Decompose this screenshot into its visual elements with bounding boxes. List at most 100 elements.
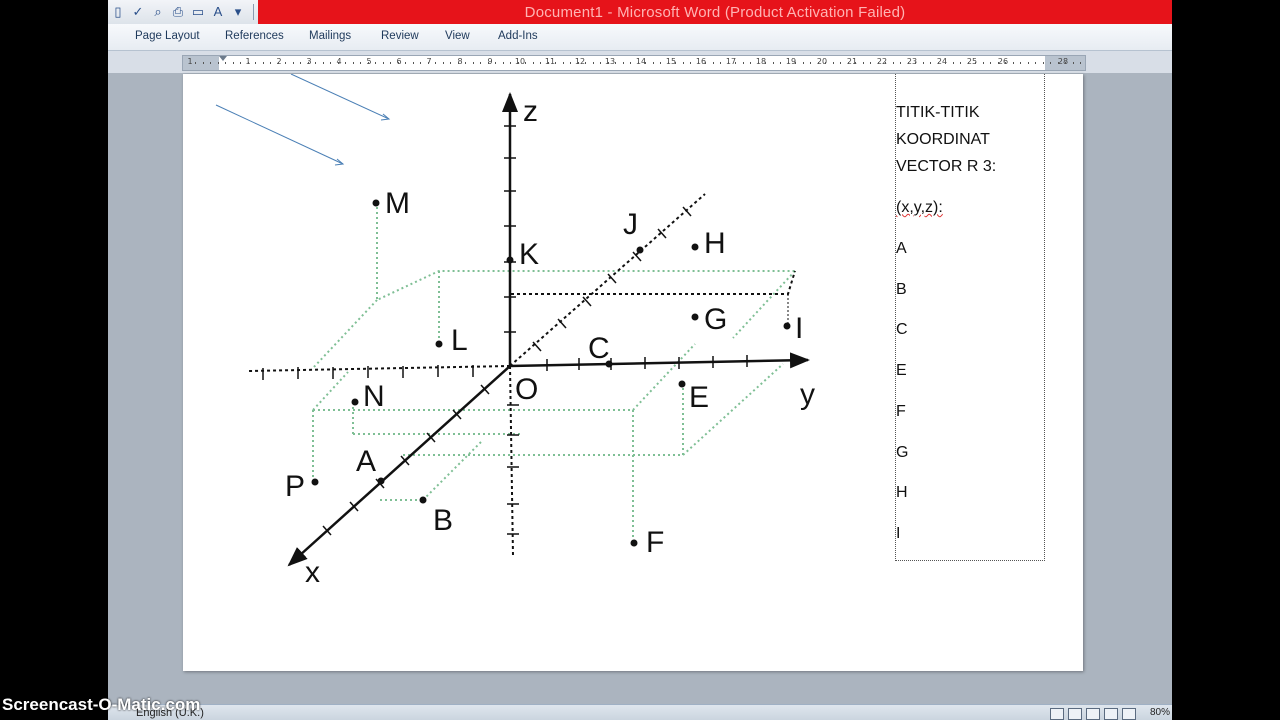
tab-mailings[interactable]: Mailings bbox=[309, 30, 351, 42]
word-window: ▯ ✓ ⌕ ⎙ ▭ A ▾ ▾ Document1 - Microsoft Wo… bbox=[108, 0, 1172, 720]
text-box[interactable]: TITIK-TITIK KOORDINAT VECTOR R 3: (x,y,z… bbox=[895, 74, 1045, 561]
ruler-tick bbox=[922, 62, 924, 64]
ruler-tick bbox=[502, 62, 504, 64]
ruler-number: 10 bbox=[514, 57, 526, 66]
ruler-tick bbox=[382, 62, 384, 64]
ruler-tick bbox=[810, 62, 811, 64]
tab-references[interactable]: References bbox=[225, 30, 284, 42]
ruler-tick bbox=[982, 62, 984, 64]
ruler-tick bbox=[1080, 62, 1081, 64]
full-screen-view-icon[interactable] bbox=[1068, 708, 1082, 720]
ruler-tick bbox=[675, 62, 676, 64]
ruler-tick bbox=[442, 62, 444, 64]
ruler-tick bbox=[877, 62, 879, 64]
dropdown-arrow-icon[interactable]: ▾ bbox=[230, 4, 246, 20]
ruler-tick bbox=[202, 62, 204, 64]
ruler-tick bbox=[990, 62, 991, 64]
textbox-item: E bbox=[896, 362, 907, 379]
ruler-tick bbox=[255, 62, 256, 64]
label-l: L bbox=[451, 324, 468, 357]
tab-page-layout[interactable]: Page Layout bbox=[135, 30, 200, 42]
ruler-tick bbox=[1027, 62, 1029, 64]
x-axis bbox=[287, 365, 511, 567]
spelling-icon[interactable]: ✓ bbox=[130, 4, 146, 20]
ruler-tick bbox=[315, 62, 316, 64]
draft-view-icon[interactable] bbox=[1122, 708, 1136, 720]
textbox-format: (x,y,z): bbox=[896, 199, 943, 216]
ruler-tick bbox=[637, 62, 639, 64]
print-preview-icon[interactable]: ⌕ bbox=[150, 4, 166, 20]
textbox-item: G bbox=[896, 444, 909, 461]
ruler-tick bbox=[787, 62, 789, 64]
ruler-tick bbox=[420, 62, 421, 64]
document-page[interactable]: z x y O A B C E F G H I J K L M N P TITI bbox=[183, 74, 1083, 671]
ruler-tick bbox=[472, 62, 474, 64]
ruler-tick bbox=[945, 62, 946, 64]
textbox-item: B bbox=[896, 281, 907, 298]
y-axis-negative bbox=[248, 365, 511, 372]
label-p: P bbox=[285, 470, 305, 503]
ruler-tick bbox=[345, 62, 346, 64]
ruler-tick bbox=[630, 62, 631, 64]
zoom-level[interactable]: 80% bbox=[1150, 707, 1170, 718]
ruler-tick bbox=[802, 62, 804, 64]
ruler-tick bbox=[697, 62, 699, 64]
watermark: Screencast-O-Matic.com bbox=[2, 695, 201, 714]
ruler-tick bbox=[825, 62, 826, 64]
ruler-tick bbox=[300, 62, 301, 64]
outline-view-icon[interactable] bbox=[1104, 708, 1118, 720]
tab-view[interactable]: View bbox=[445, 30, 470, 42]
ruler-number: 11 bbox=[544, 57, 556, 66]
ruler-tick bbox=[555, 62, 556, 64]
y-axis bbox=[509, 352, 810, 369]
ruler-tick bbox=[330, 62, 331, 64]
indent-marker[interactable] bbox=[219, 56, 227, 61]
ruler-tick bbox=[577, 62, 579, 64]
ruler-tick bbox=[532, 62, 534, 64]
font-color-icon[interactable]: A bbox=[210, 4, 226, 20]
tab-review[interactable]: Review bbox=[381, 30, 419, 42]
ruler-tick bbox=[570, 62, 571, 64]
open-folder-icon[interactable]: ▭ bbox=[190, 4, 206, 20]
ruler-tick bbox=[705, 62, 706, 64]
print-icon[interactable]: ⎙ bbox=[170, 4, 186, 20]
ruler-tick bbox=[210, 62, 211, 64]
ruler-tick bbox=[892, 62, 894, 64]
ruler-tick bbox=[540, 62, 541, 64]
ruler-tick bbox=[907, 62, 909, 64]
ruler-tick bbox=[772, 62, 774, 64]
status-bar: English (U.K.) 80% bbox=[108, 704, 1172, 720]
ruler-number: 1 bbox=[187, 57, 193, 66]
ruler-tick bbox=[742, 62, 744, 64]
horizontal-ruler[interactable]: 1123456789101112131415161718192021222324… bbox=[182, 55, 1086, 71]
label-c: C bbox=[588, 332, 610, 365]
ruler-tick bbox=[390, 62, 391, 64]
ruler-tick bbox=[645, 62, 646, 64]
new-document-icon[interactable]: ▯ bbox=[110, 4, 126, 20]
ruler-number: 12 bbox=[574, 57, 586, 66]
ruler-tick bbox=[337, 62, 339, 64]
ruler-tick bbox=[262, 62, 264, 64]
ruler-tick bbox=[292, 62, 294, 64]
ruler-tick bbox=[1057, 62, 1059, 64]
web-layout-view-icon[interactable] bbox=[1086, 708, 1100, 720]
ruler-tick bbox=[277, 62, 279, 64]
ruler-number: 13 bbox=[604, 57, 616, 66]
ruler-tick bbox=[195, 62, 196, 64]
ruler-tick bbox=[240, 62, 241, 64]
drawn-arrow[interactable] bbox=[290, 74, 390, 120]
textbox-item: F bbox=[896, 403, 906, 420]
ruler-tick bbox=[870, 62, 871, 64]
ruler-tick bbox=[435, 62, 436, 64]
label-b: B bbox=[433, 504, 453, 537]
ruler-tick bbox=[367, 62, 369, 64]
ruler-tick bbox=[307, 62, 309, 64]
tab-add-ins[interactable]: Add-Ins bbox=[498, 30, 538, 42]
drawn-arrow[interactable] bbox=[215, 104, 344, 165]
label-k: K bbox=[519, 238, 539, 271]
print-layout-view-icon[interactable] bbox=[1050, 708, 1064, 720]
label-j: J bbox=[623, 208, 638, 241]
ruler-tick bbox=[487, 62, 489, 64]
ruler-tick bbox=[450, 62, 451, 64]
ruler-bar: 1123456789101112131415161718192021222324… bbox=[108, 51, 1172, 73]
